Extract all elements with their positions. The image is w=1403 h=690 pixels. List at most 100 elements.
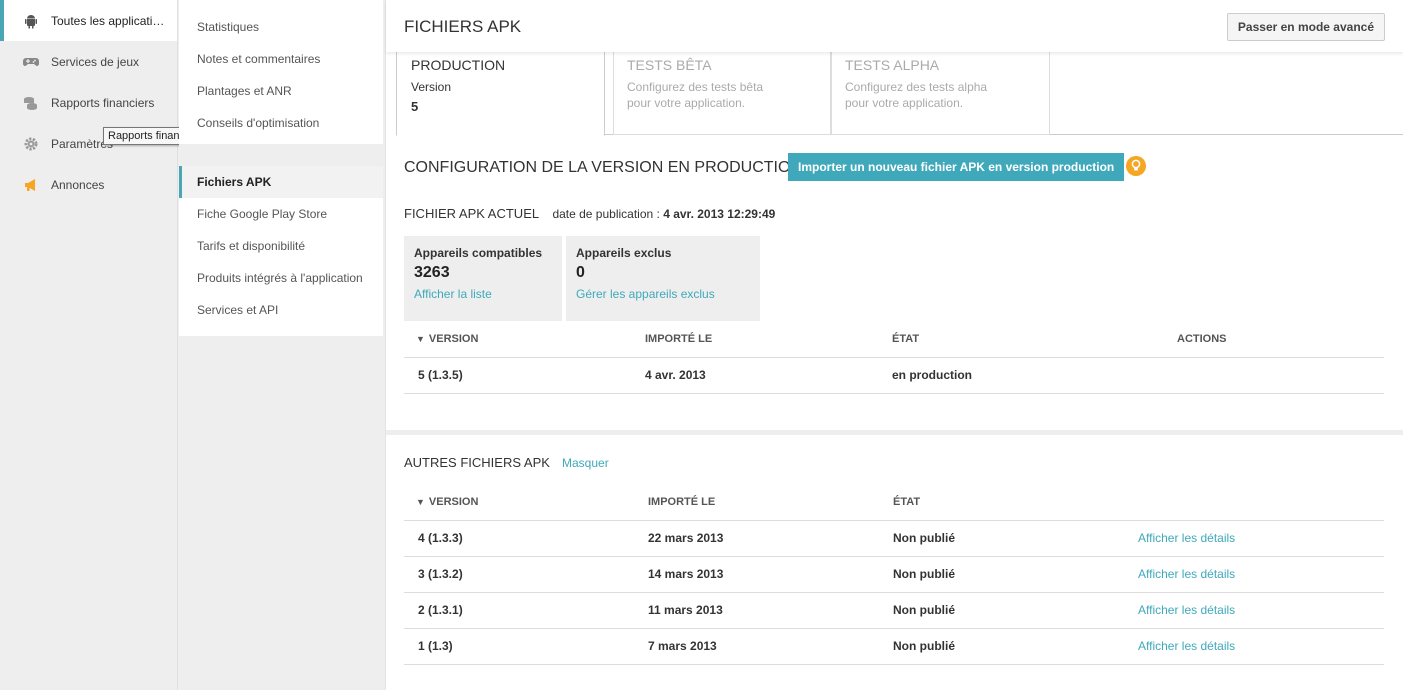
tab-version-number: 5: [411, 99, 419, 114]
advanced-mode-button[interactable]: Passer en mode avancé: [1226, 13, 1385, 41]
col-version-label: VERSION: [428, 332, 479, 345]
config-title: CONFIGURATION DE LA VERSION EN PRODUCTIO…: [404, 159, 802, 176]
show-list-link[interactable]: Afficher la liste: [414, 287, 552, 301]
nav-label: Toutes les applicati…: [51, 13, 165, 28]
col-version-label: VERSION: [428, 495, 479, 508]
col-version-header[interactable]: ▼ VERSION: [404, 321, 645, 358]
cell-state: Non publié: [893, 556, 1138, 593]
manage-excluded-link[interactable]: Gérer les appareils exclus: [576, 287, 750, 301]
table-row: 3 (1.3.2) 14 mars 2013 Non publié Affich…: [404, 556, 1384, 593]
main-content: FICHIERS APK Passer en mode avancé PRODU…: [385, 0, 1403, 690]
cell-imported: 7 mars 2013: [648, 628, 893, 665]
subnav-item-apk[interactable]: Fichiers APK: [179, 166, 383, 198]
nav-label: Rapports financiers: [51, 95, 155, 110]
cell-state: Non publié: [893, 520, 1138, 557]
cell-version: 5 (1.3.5): [404, 357, 645, 394]
tab-desc: Version: [411, 80, 452, 94]
subnav-separator: [179, 144, 383, 166]
subnav-item-pricing[interactable]: Tarifs et disponibilité: [179, 230, 383, 262]
cell-state: Non publié: [893, 628, 1138, 665]
cell-imported: 11 mars 2013: [648, 592, 893, 629]
left-nav: Toutes les applicati… Services de jeux R…: [0, 0, 208, 690]
top-bar: FICHIERS APK Passer en mode avancé: [386, 0, 1403, 52]
cell-version: 3 (1.3.2): [404, 556, 648, 593]
cell-version: 4 (1.3.3): [404, 520, 648, 557]
section-divider: [386, 430, 1403, 435]
sort-down-icon: ▼: [416, 333, 425, 344]
nav-item-all-apps[interactable]: Toutes les applicati…: [0, 0, 177, 41]
table-row: 4 (1.3.3) 22 mars 2013 Non publié Affich…: [404, 520, 1384, 557]
table-row: 5 (1.3.5) 4 avr. 2013 en production: [404, 357, 1384, 394]
subnav-spacer: [179, 0, 383, 11]
gamepad-icon: [22, 53, 40, 71]
sort-down-icon: ▼: [416, 496, 425, 507]
cell-version: 2 (1.3.1): [404, 592, 648, 629]
subnav-item-services[interactable]: Services et API: [179, 294, 383, 326]
nav-label: Services de jeux: [51, 54, 140, 69]
cell-actions: [1177, 357, 1384, 394]
subnav-group-2: Fichiers APK Fiche Google Play Store Tar…: [179, 166, 383, 326]
current-apk-table: ▼ VERSION IMPORTÉ LE ÉTAT ACTIONS 5 (1.3.…: [404, 321, 1384, 394]
megaphone-icon: [22, 176, 40, 194]
track-tabs: PRODUCTION Version 5 TESTS BÊTA Configur…: [396, 52, 1403, 136]
table-row: 2 (1.3.1) 11 mars 2013 Non publié Affich…: [404, 592, 1384, 629]
compatible-devices-box: Appareils compatibles 3263 Afficher la l…: [404, 236, 562, 321]
details-link[interactable]: Afficher les détails: [1138, 520, 1384, 557]
details-link[interactable]: Afficher les détails: [1138, 592, 1384, 629]
excluded-devices-box: Appareils exclus 0 Gérer les appareils e…: [566, 236, 760, 321]
col-imported-header: IMPORTÉ LE: [648, 484, 893, 521]
details-link[interactable]: Afficher les détails: [1138, 628, 1384, 665]
cell-state: Non publié: [893, 592, 1138, 629]
subnav-bottom: [179, 336, 383, 690]
sub-nav: Statistiques Notes et commentaires Plant…: [179, 0, 383, 690]
subnav-item-statistics[interactable]: Statistiques: [179, 11, 383, 43]
gear-icon: [22, 135, 40, 153]
nav-label: Annonces: [51, 177, 105, 192]
current-apk-header: FICHIER APK ACTUEL date de publication :…: [404, 206, 775, 221]
col-imported-header: IMPORTÉ LE: [645, 321, 892, 358]
publication-prefix: date de publication :: [552, 207, 660, 221]
tab-title: PRODUCTION: [411, 57, 506, 73]
tab-title: TESTS BÊTA: [627, 57, 712, 73]
tab-title: TESTS ALPHA: [845, 57, 940, 73]
subnav-item-crashes[interactable]: Plantages et ANR: [179, 75, 383, 107]
other-apk-title: AUTRES FICHIERS APK: [404, 455, 550, 470]
subnav-item-store-listing[interactable]: Fiche Google Play Store: [179, 198, 383, 230]
stat-title: Appareils exclus: [576, 246, 672, 260]
table-row: 1 (1.3) 7 mars 2013 Non publié Afficher …: [404, 628, 1384, 665]
tab-alpha[interactable]: TESTS ALPHA Configurez des tests alpha p…: [831, 52, 1050, 135]
tab-beta[interactable]: TESTS BÊTA Configurez des tests bêta pou…: [613, 52, 831, 135]
tab-production[interactable]: PRODUCTION Version 5: [396, 52, 605, 136]
coins-icon: [22, 94, 40, 112]
table-header-row: ▼ VERSION IMPORTÉ LE ÉTAT ACTIONS: [404, 321, 1384, 358]
other-apk-table: ▼ VERSION IMPORTÉ LE ÉTAT 4 (1.3.3) 22 ma…: [404, 484, 1384, 665]
subnav-group-1: Statistiques Notes et commentaires Plant…: [179, 11, 383, 139]
subnav-item-iap[interactable]: Produits intégrés à l'application: [179, 262, 383, 294]
page-title: FICHIERS APK: [404, 17, 522, 36]
import-apk-button[interactable]: Importer un nouveau fichier APK en versi…: [788, 153, 1125, 181]
col-state-header: ÉTAT: [893, 484, 1138, 521]
tab-desc: Configurez des tests bêta pour votre app…: [627, 80, 764, 110]
nav-item-game-services[interactable]: Services de jeux: [0, 41, 177, 82]
subnav-item-tips[interactable]: Conseils d'optimisation: [179, 107, 383, 139]
col-state-header: ÉTAT: [892, 321, 1177, 358]
cell-state: en production: [892, 357, 1177, 394]
stat-value: 3263: [414, 264, 450, 281]
hide-link[interactable]: Masquer: [562, 456, 609, 470]
col-actions-header: ACTIONS: [1177, 321, 1384, 358]
publication-date: 4 avr. 2013 12:29:49: [663, 207, 776, 221]
details-link[interactable]: Afficher les détails: [1138, 556, 1384, 593]
cell-imported: 22 mars 2013: [648, 520, 893, 557]
cell-imported: 14 mars 2013: [648, 556, 893, 593]
nav-item-announcements[interactable]: Annonces: [0, 164, 177, 205]
cell-imported: 4 avr. 2013: [645, 357, 892, 394]
android-icon: [22, 12, 40, 30]
lightbulb-icon[interactable]: [1126, 156, 1146, 176]
current-apk-label: FICHIER APK ACTUEL: [404, 206, 540, 221]
nav-item-financial-reports[interactable]: Rapports financiers: [0, 82, 177, 123]
col-actions-header: [1138, 484, 1384, 521]
subnav-item-ratings[interactable]: Notes et commentaires: [179, 43, 383, 75]
stat-title: Appareils compatibles: [414, 246, 543, 260]
col-version-header[interactable]: ▼ VERSION: [404, 484, 648, 521]
stat-value: 0: [576, 264, 585, 281]
